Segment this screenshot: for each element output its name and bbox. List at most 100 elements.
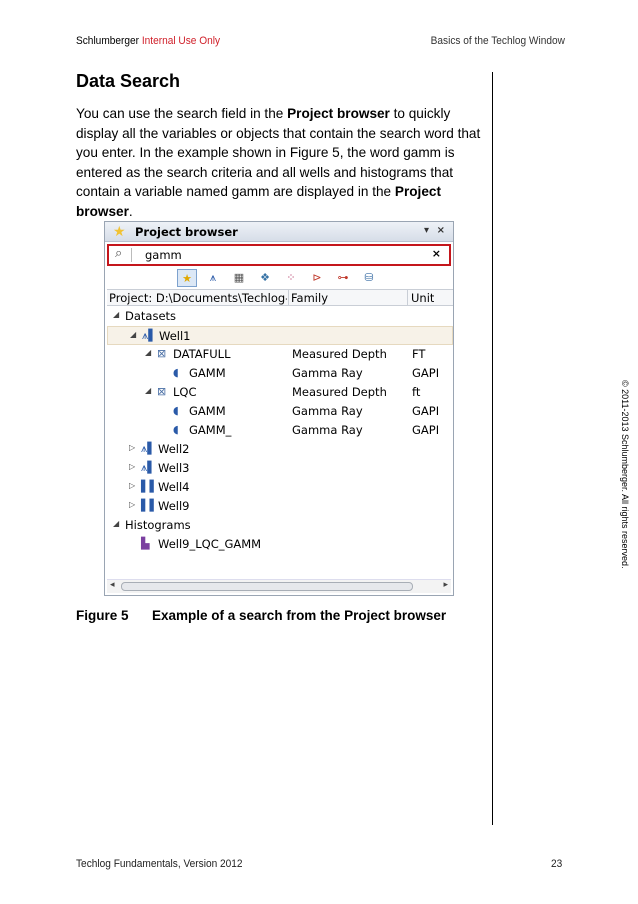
tree-label: GAMM (189, 404, 226, 418)
project-browser-titlebar: ★ Project browser ▾ × (105, 222, 453, 242)
search-divider (131, 248, 132, 262)
family-cell: Gamma Ray (292, 366, 363, 380)
well-icon: ⩚▌ (142, 329, 157, 342)
close-icon[interactable]: × (437, 225, 445, 236)
scroll-right-icon[interactable]: ▸ (443, 580, 448, 590)
unit-cell: GAPI (412, 404, 440, 418)
tree-label: DATAFULL (173, 347, 231, 361)
tree-row-variable[interactable]: ◖ GAMM Gamma Ray GAPI (107, 402, 453, 421)
para-text: You can use the search field in the (76, 106, 288, 121)
well-icon: ⩚▌ (141, 461, 156, 474)
histogram-icon: ▙ (141, 537, 150, 550)
family-cell: Measured Depth (292, 385, 387, 399)
unit-cell: FT (412, 347, 426, 361)
tree-row-well9[interactable]: ▷ ▌▌ Well9 (107, 497, 453, 516)
family-cell: Measured Depth (292, 347, 387, 361)
column-separator[interactable] (407, 290, 408, 306)
table-filter-icon[interactable]: ▦ (229, 269, 249, 287)
crossplot-filter-icon[interactable]: ⁘ (281, 269, 301, 287)
tree-label: LQC (173, 385, 197, 399)
collapse-arrow-icon[interactable]: ▷ (129, 481, 135, 490)
workflow-filter-icon[interactable]: ⊳ (307, 269, 327, 287)
project-browser-title: Project browser (135, 225, 238, 239)
column-separator[interactable] (288, 290, 289, 306)
collapse-arrow-icon[interactable]: ▷ (129, 443, 135, 452)
tree-row-variable[interactable]: ◖ GAMM Gamma Ray GAPI (107, 364, 453, 383)
unit-cell: GAPI (412, 423, 440, 437)
figure-number: Figure 5 (76, 608, 129, 623)
page-number: 23 (550, 858, 562, 870)
expand-arrow-icon[interactable]: ◢ (145, 386, 151, 395)
tree-row-well4[interactable]: ▷ ▌▌ Well4 (107, 478, 453, 497)
tree-label: Well3 (158, 461, 190, 475)
variable-icon: ◖ (173, 404, 179, 417)
link-filter-icon[interactable]: ⊶ (333, 269, 353, 287)
tree-label: Histograms (125, 518, 191, 532)
horizontal-scrollbar[interactable]: ◂ ▸ (107, 579, 451, 593)
column-project[interactable]: Project: D:\Documents\Techlog-Pro (109, 291, 287, 305)
tree-row-histogram[interactable]: ▙ Well9_LQC_GAMM (107, 535, 453, 554)
search-icon[interactable]: ⌕ (115, 246, 122, 261)
page-header-left: Schlumberger Internal Use Only (76, 35, 220, 47)
expand-arrow-icon[interactable]: ◢ (113, 310, 119, 319)
tree-label: GAMM_ (189, 423, 232, 437)
expand-arrow-icon[interactable]: ◢ (130, 330, 136, 339)
tree-label: Well9_LQC_GAMM (158, 537, 262, 551)
tree-label: Well2 (158, 442, 190, 456)
scroll-left-icon[interactable]: ◂ (110, 580, 115, 590)
tree-label: Well1 (159, 329, 191, 343)
expand-arrow-icon[interactable]: ◢ (145, 348, 151, 357)
well-icon: ⩚▌ (141, 442, 156, 455)
para-bold-term: Project browser (287, 106, 390, 121)
figure-caption: Example of a search from the Project bro… (152, 608, 447, 623)
section-title: Data Search (76, 71, 181, 91)
search-box: ⌕ × (107, 244, 451, 266)
variable-icon: ◖ (173, 423, 179, 436)
collapse-arrow-icon[interactable]: ▷ (129, 500, 135, 509)
column-header-row: Project: D:\Documents\Techlog-Pro Family… (107, 289, 453, 306)
tree-label: GAMM (189, 366, 226, 380)
tree-row-dataset[interactable]: ◢ ⊠ LQC Measured Depth ft (107, 383, 453, 402)
page-header-chapter: Basics of the Techlog Window (430, 35, 565, 47)
tree-label: Well9 (158, 499, 190, 513)
tree-row-dataset[interactable]: ◢ ⊠ DATAFULL Measured Depth FT (107, 345, 453, 364)
dropdown-arrow-icon[interactable]: ▾ (424, 225, 429, 236)
tree-row-well3[interactable]: ▷ ⩚▌ Well3 (107, 459, 453, 478)
expand-arrow-icon[interactable]: ◢ (113, 519, 119, 528)
python-filter-icon[interactable]: ❖ (255, 269, 275, 287)
tree-row-datasets[interactable]: ◢ Datasets (107, 307, 453, 326)
scroll-thumb[interactable] (121, 582, 413, 591)
family-cell: Gamma Ray (292, 404, 363, 418)
margin-rule (492, 72, 493, 825)
tree-row-variable[interactable]: ◖ GAMM_ Gamma Ray GAPI (107, 421, 453, 440)
section-paragraph: You can use the search field in the Proj… (76, 104, 484, 221)
footer-title: Techlog Fundamentals, Version 2012 (76, 858, 243, 870)
copyright-text: © 2011-2013 Schlumberger. All rights res… (620, 380, 630, 569)
unit-cell: GAPI (412, 366, 440, 380)
company-name: Schlumberger (76, 35, 140, 47)
filter-toolbar: ★ ⩚ ▦ ❖ ⁘ ⊳ ⊶ ⛁ (105, 268, 453, 288)
favorites-filter-icon[interactable]: ★ (177, 269, 197, 287)
unit-cell: ft (412, 385, 421, 399)
classification-label: Internal Use Only (141, 35, 221, 47)
dataset-icon: ⊠ (157, 347, 167, 360)
tree-row-well1[interactable]: ◢ ⩚▌ Well1 (107, 326, 453, 345)
collapse-arrow-icon[interactable]: ▷ (129, 462, 135, 471)
well-filter-icon[interactable]: ⩚ (203, 269, 223, 287)
para-text: . (128, 203, 133, 219)
well-icon: ▌▌ (141, 480, 158, 493)
project-browser-window: ★ Project browser ▾ × ⌕ × ★ ⩚ ▦ ❖ ⁘ ⊳ ⊶ … (104, 221, 454, 596)
tree-label: Well4 (158, 480, 190, 494)
column-unit[interactable]: Unit (411, 291, 434, 305)
tree-label: Datasets (125, 309, 177, 323)
well-icon: ▌▌ (141, 499, 158, 512)
star-icon: ★ (113, 224, 126, 240)
tree-row-histograms[interactable]: ◢ Histograms (107, 516, 453, 535)
dataset-icon: ⊠ (157, 385, 167, 398)
database-filter-icon[interactable]: ⛁ (359, 269, 379, 287)
column-family[interactable]: Family (291, 291, 328, 305)
copyright-notice: © 2011-2013 Schlumberger. All rights res… (620, 380, 631, 569)
search-input[interactable] (145, 247, 425, 263)
tree-row-well2[interactable]: ▷ ⩚▌ Well2 (107, 440, 453, 459)
clear-search-icon[interactable]: × (432, 247, 441, 260)
